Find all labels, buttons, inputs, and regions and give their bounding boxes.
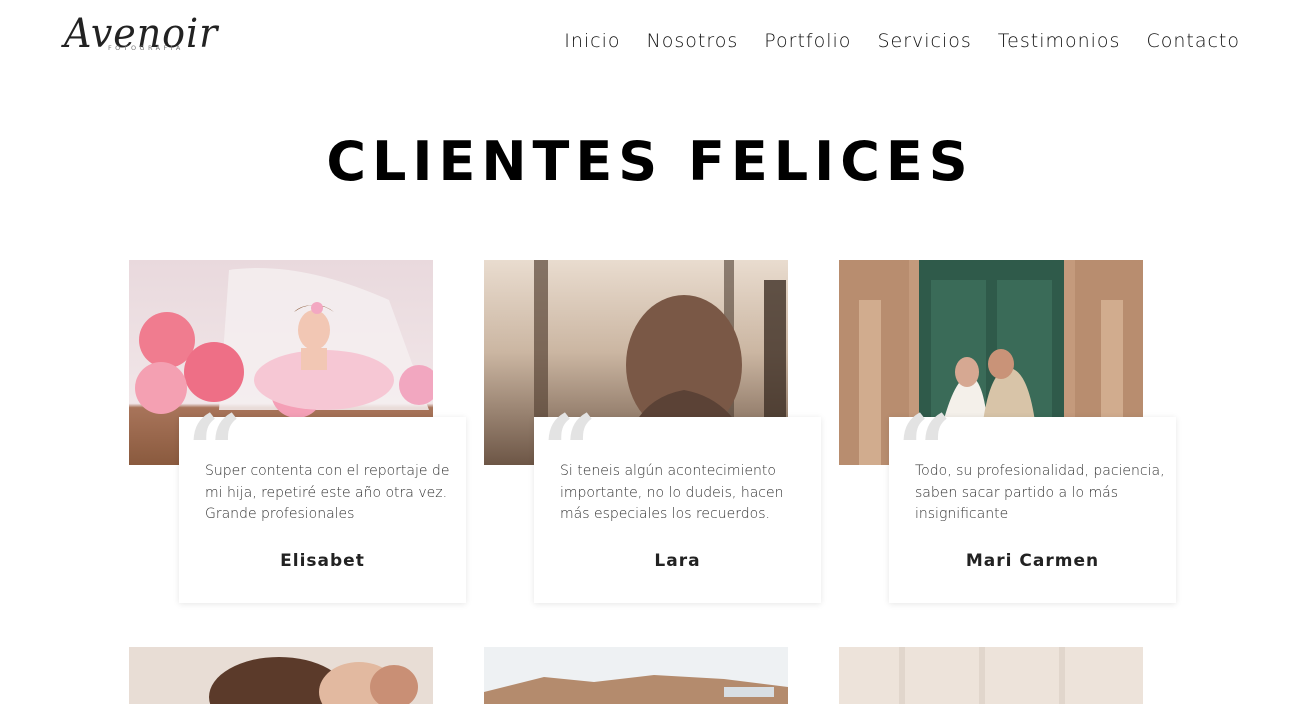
testimonial-quote-box: “ Super contenta con el reportaje de mi …	[179, 403, 466, 603]
next-row-photo	[129, 647, 433, 704]
testimonial-author: Elisabet	[280, 551, 365, 571]
logo[interactable]: Avenoir FOTOGRAFIA	[64, 10, 217, 62]
nav-item-contacto[interactable]: Contacto	[1146, 28, 1240, 54]
page-title: CLIENTES FELICES	[326, 130, 974, 193]
testimonial-quote-box: “ Si teneis algún acontecimiento importa…	[534, 403, 821, 603]
nav-item-servicios[interactable]: Servicios	[877, 28, 971, 54]
testimonial-text: Super contenta con el reportaje de mi hi…	[205, 463, 450, 522]
testimonial-card: “ Super contenta con el reportaje de mi …	[129, 260, 477, 604]
testimonial-text: Si teneis algún acontecimiento important…	[560, 463, 784, 522]
main-nav: Inicio Nosotros Portfolio Servicios Test…	[564, 28, 1240, 54]
testimonial-author: Lara	[654, 551, 701, 571]
testimonial-card: “ Si teneis algún acontecimiento importa…	[484, 260, 832, 604]
testimonial-card: “ Todo, su profesionalidad, paciencia, s…	[839, 260, 1187, 604]
testimonial-quote-box: “ Todo, su profesionalidad, paciencia, s…	[889, 403, 1176, 603]
next-row-photo	[839, 647, 1143, 704]
site-header: Avenoir FOTOGRAFIA Inicio Nosotros Portf…	[0, 0, 1300, 84]
testimonial-text: Todo, su profesionalidad, paciencia, sab…	[915, 463, 1165, 522]
nav-item-portfolio[interactable]: Portfolio	[764, 28, 851, 54]
next-row-photo	[484, 647, 788, 704]
logo-subtext: FOTOGRAFIA	[108, 44, 184, 52]
testimonial-author: Mari Carmen	[965, 551, 1100, 571]
nav-item-nosotros[interactable]: Nosotros	[647, 28, 739, 54]
nav-item-testimonios[interactable]: Testimonios	[998, 28, 1121, 54]
nav-item-inicio[interactable]: Inicio	[564, 28, 620, 54]
